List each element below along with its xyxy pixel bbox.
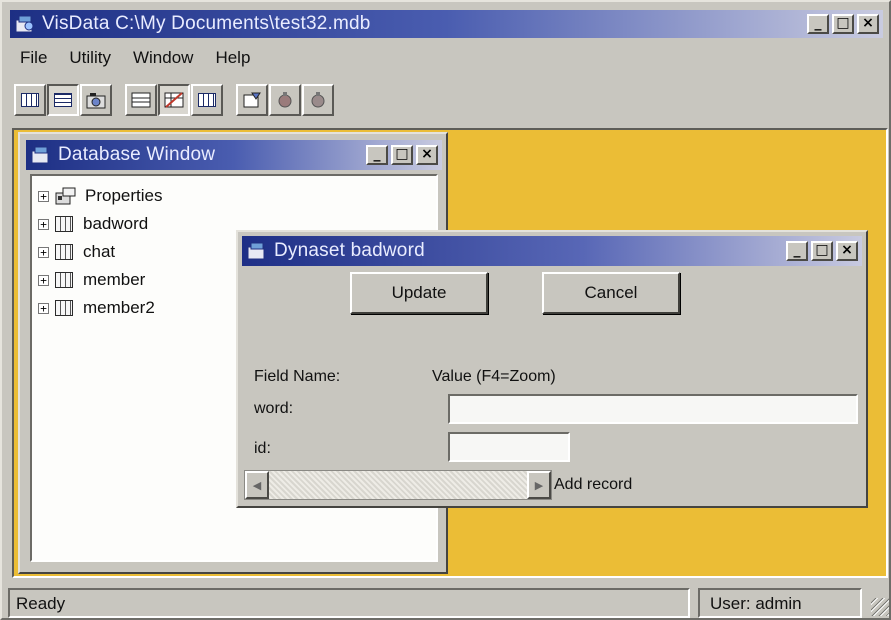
value-header: Value (F4=Zoom) bbox=[432, 368, 556, 385]
mdi-client-area: Database Window _ □ × + Properties + bad… bbox=[12, 128, 888, 578]
db-maximize-button[interactable]: □ bbox=[391, 145, 413, 165]
dynaset-title: Dynaset badword bbox=[274, 240, 425, 261]
update-label: Update bbox=[391, 283, 447, 302]
rollback-button[interactable] bbox=[302, 84, 334, 116]
visdata-app-icon bbox=[14, 14, 36, 34]
user-status: User: admin bbox=[698, 588, 862, 618]
expand-icon[interactable]: + bbox=[38, 190, 49, 202]
status-bar: Ready User: admin bbox=[2, 584, 891, 620]
dyn-minimize-button[interactable]: _ bbox=[786, 241, 808, 261]
table-icon bbox=[55, 216, 73, 232]
menu-window[interactable]: Window bbox=[131, 46, 195, 70]
dynaset-window: Dynaset badword _ □ × Update Cancel Fiel… bbox=[236, 230, 868, 508]
expand-icon[interactable]: + bbox=[38, 302, 49, 314]
database-window-icon bbox=[30, 145, 52, 165]
cancel-button[interactable]: Cancel bbox=[542, 272, 680, 314]
database-window-title: Database Window bbox=[58, 144, 216, 165]
dbgrid-icon bbox=[164, 92, 184, 108]
field-name-header: Field Name: bbox=[254, 368, 341, 385]
close-button[interactable]: × bbox=[857, 14, 879, 34]
table-icon bbox=[55, 244, 73, 260]
data-control-button[interactable] bbox=[125, 84, 157, 116]
update-button[interactable]: Update bbox=[350, 272, 488, 314]
scroll-right-arrow-icon[interactable]: ▶ bbox=[527, 471, 551, 499]
dynaset-window-icon bbox=[246, 241, 268, 261]
sql-icon bbox=[243, 92, 261, 108]
field-label-word: word: bbox=[254, 400, 294, 417]
status-text: Ready bbox=[8, 588, 690, 618]
maximize-button[interactable]: □ bbox=[832, 14, 854, 34]
rollback-icon bbox=[311, 92, 325, 108]
dyn-maximize-button[interactable]: □ bbox=[811, 241, 833, 261]
tree-label: Properties bbox=[85, 186, 163, 205]
tree-label: member2 bbox=[83, 298, 155, 317]
minimize-button[interactable]: _ bbox=[807, 14, 829, 34]
snapshot-icon bbox=[86, 93, 106, 109]
table-icon bbox=[55, 300, 73, 316]
tree-label: member bbox=[83, 270, 146, 289]
dyn-close-button[interactable]: × bbox=[836, 241, 858, 261]
snapshot-type-button[interactable] bbox=[80, 84, 112, 116]
visdata-app-window: VisData C:\My Documents\test32.mdb _ □ ×… bbox=[0, 0, 891, 620]
dynaset-type-button[interactable] bbox=[47, 84, 79, 116]
menu-file[interactable]: File bbox=[18, 46, 49, 70]
app-title: VisData C:\My Documents\test32.mdb bbox=[42, 13, 371, 34]
data-control-icon bbox=[131, 92, 151, 108]
grid-button[interactable] bbox=[191, 84, 223, 116]
database-window-title-bar[interactable]: Database Window _ □ × bbox=[26, 140, 442, 170]
table-type-button[interactable] bbox=[14, 84, 46, 116]
word-input[interactable] bbox=[448, 394, 858, 424]
resize-grip-icon[interactable] bbox=[871, 598, 889, 616]
add-record-label[interactable]: Add record bbox=[554, 476, 632, 494]
properties-icon bbox=[55, 187, 77, 205]
field-label-id: id: bbox=[254, 440, 271, 457]
id-input[interactable] bbox=[448, 432, 570, 462]
db-close-button[interactable]: × bbox=[416, 145, 438, 165]
toolbar bbox=[14, 84, 335, 116]
table-icon bbox=[55, 272, 73, 288]
scroll-left-arrow-icon[interactable]: ◀ bbox=[245, 471, 269, 499]
table-icon bbox=[21, 93, 39, 107]
grid-icon bbox=[198, 93, 216, 107]
tree-label: badword bbox=[83, 214, 149, 233]
tree-label: chat bbox=[83, 242, 116, 261]
menu-bar: File Utility Window Help bbox=[18, 46, 252, 70]
expand-icon[interactable]: + bbox=[38, 274, 49, 286]
expand-icon[interactable]: + bbox=[38, 218, 49, 230]
commit-button[interactable] bbox=[269, 84, 301, 116]
tree-item-properties[interactable]: + Properties bbox=[32, 182, 436, 210]
cancel-label: Cancel bbox=[584, 283, 638, 302]
menu-help[interactable]: Help bbox=[213, 46, 252, 70]
record-scrollbar[interactable]: ◀ ▶ bbox=[244, 470, 552, 500]
commit-icon bbox=[278, 92, 292, 108]
dynaset-icon bbox=[54, 93, 72, 107]
db-minimize-button[interactable]: _ bbox=[366, 145, 388, 165]
sql-button[interactable] bbox=[236, 84, 268, 116]
dynaset-title-bar[interactable]: Dynaset badword _ □ × bbox=[242, 236, 862, 266]
dbgrid-button[interactable] bbox=[158, 84, 190, 116]
app-title-bar[interactable]: VisData C:\My Documents\test32.mdb _ □ × bbox=[10, 10, 883, 38]
expand-icon[interactable]: + bbox=[38, 246, 49, 258]
menu-utility[interactable]: Utility bbox=[67, 46, 113, 70]
